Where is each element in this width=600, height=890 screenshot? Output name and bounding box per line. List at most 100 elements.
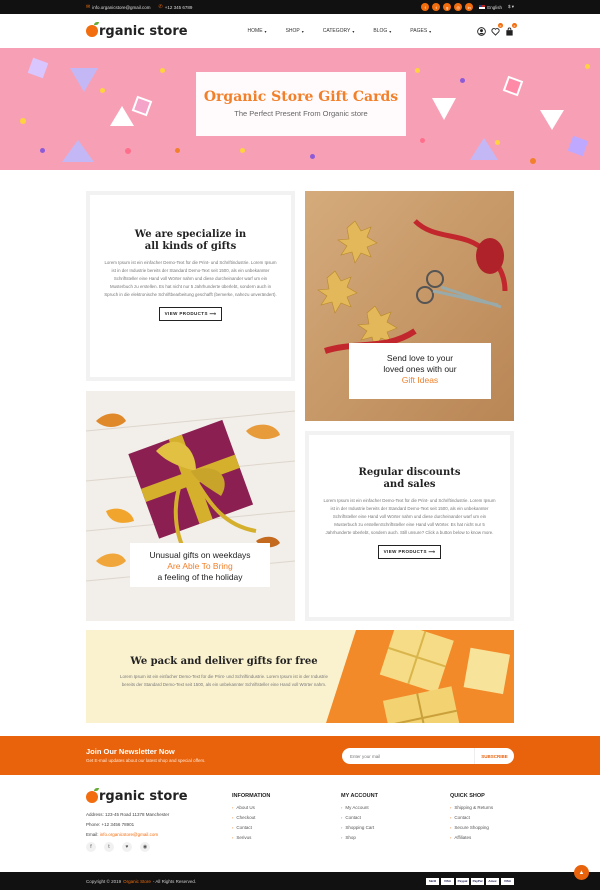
- arrow-right-icon: ⟶: [209, 311, 217, 316]
- us-flag-icon: [479, 5, 486, 9]
- deliver-text: We pack and deliver gifts for free Lorem…: [114, 656, 334, 689]
- chevron-down-icon: ▾: [389, 28, 392, 34]
- chevron-right-icon: ›: [450, 825, 452, 830]
- user-icon[interactable]: [476, 26, 486, 36]
- gift-box-decoration: [567, 135, 589, 157]
- footer-link[interactable]: › Checkout: [232, 815, 270, 820]
- cart-count-badge: 0: [512, 23, 517, 28]
- gift-box-decoration: [502, 75, 524, 97]
- visa-icon: VISA: [441, 877, 454, 885]
- footer-link[interactable]: › About Us: [232, 805, 270, 810]
- discounts-body: Lorem Ipsum ist ein einfacher Demo-Text …: [323, 498, 496, 535]
- footer-col-my-account: MY ACCOUNT › My Account › Contact › Shoppin…: [341, 793, 378, 840]
- footer-link[interactable]: › Contact: [341, 815, 378, 820]
- nav-category[interactable]: CATEGORY ▾: [323, 28, 355, 34]
- back-to-top-button[interactable]: ▲: [574, 865, 589, 880]
- twitter-bird-icon[interactable]: ♥: [122, 842, 132, 852]
- nav-home[interactable]: HOME ▾: [248, 28, 267, 34]
- subscribe-button[interactable]: SUBSCRIBE: [474, 748, 514, 764]
- paper-triangle-decoration: [70, 68, 98, 92]
- chevron-right-icon: ›: [232, 835, 234, 840]
- paypal-icon: PayPal: [471, 877, 484, 885]
- footer-link[interactable]: › Secure Shopping: [450, 825, 493, 830]
- newsletter-email-input[interactable]: Enter your mail: [342, 748, 474, 764]
- chevron-right-icon: ›: [450, 805, 452, 810]
- currency-selector[interactable]: $ ▾: [508, 4, 514, 10]
- newsletter-title: Join Our Newsletter Now: [86, 747, 175, 756]
- cart-icon[interactable]: 0: [504, 23, 517, 36]
- mail-icon: ✉: [86, 4, 91, 10]
- language-selector[interactable]: English: [479, 5, 502, 10]
- paper-triangle-decoration: [432, 98, 456, 120]
- copyright-bar: Copyright © 2019 Organic Store - All Rig…: [0, 872, 600, 890]
- footer-link[interactable]: › Contact: [450, 815, 493, 820]
- footer-link[interactable]: › Shipping & Returns: [450, 805, 493, 810]
- hero-banner: Organic Store Gift Cards The Perfect Pre…: [0, 48, 600, 170]
- nav-blog[interactable]: BLOG ▾: [373, 28, 391, 34]
- nav-shop[interactable]: SHOP ▾: [286, 28, 304, 34]
- nav-pages[interactable]: PAGES ▾: [410, 28, 431, 34]
- orange-logo-icon: [86, 787, 99, 803]
- hero-subtitle: The Perfect Present From Organic store: [234, 109, 368, 118]
- twitter-icon[interactable]: t: [432, 3, 441, 11]
- gift-ideas-photo: Send love to your loved ones with our Gi…: [305, 191, 514, 421]
- footer-link[interactable]: › Contact: [232, 825, 270, 830]
- footer-link[interactable]: › Shopping Cart: [341, 825, 378, 830]
- gift-ideas-caption: Send love to your loved ones with our Gi…: [349, 343, 491, 399]
- linkedin-icon[interactable]: in: [465, 3, 474, 11]
- gift-box-decoration: [27, 57, 49, 79]
- skrill-icon: Skrill: [426, 877, 439, 885]
- footer-link[interactable]: › Serivus: [232, 835, 270, 840]
- view-products-button[interactable]: VIEW PRODUCTS ⟶: [377, 545, 442, 559]
- chevron-right-icon: ›: [341, 835, 343, 840]
- facebook-icon[interactable]: f: [86, 842, 96, 852]
- chevron-right-icon: ›: [232, 815, 234, 820]
- view-products-button[interactable]: VIEW PRODUCTS ⟶: [158, 307, 223, 321]
- chevron-right-icon: ›: [341, 825, 343, 830]
- chevron-down-icon: ▾: [264, 28, 267, 34]
- footer-link[interactable]: › My Account: [341, 805, 378, 810]
- hero-title: Organic Store Gift Cards: [203, 89, 399, 105]
- specialize-body: Lorem Ipsum ist ein einfacher Demo-Text …: [104, 260, 277, 297]
- discounts-title: Regular discounts and sales: [358, 467, 461, 490]
- header: rganic store HOME ▾ SHOP ▾ CATEGORY ▾ BLOG ▾…: [0, 14, 600, 48]
- chevron-right-icon: ›: [232, 825, 234, 830]
- top-bar: ✉ info.organicstore@gmail.com ✆ +12 345 67…: [0, 0, 600, 14]
- deliver-title: We pack and deliver gifts for free: [130, 656, 318, 667]
- instagram-icon[interactable]: ◎: [454, 3, 463, 11]
- footer-logo[interactable]: rganic store: [86, 787, 188, 804]
- arrow-up-icon: ▲: [578, 869, 585, 876]
- main-nav: HOME ▾ SHOP ▾ CATEGORY ▾ BLOG ▾ PAGES ▾: [248, 28, 451, 34]
- topbar-phone: ✆ +12 345 6789: [158, 4, 193, 10]
- footer-address: Address: 123-45 Road 11378 Manchester: [86, 812, 170, 817]
- footer-link[interactable]: › Affiliates: [450, 835, 493, 840]
- footer-contact: rganic store Address: 123-45 Road 11378 …: [86, 787, 188, 852]
- twitter-icon[interactable]: t: [104, 842, 114, 852]
- deliver-banner: We pack and deliver gifts for free Lorem…: [86, 630, 514, 723]
- arrow-right-icon: ⟶: [428, 549, 436, 554]
- wishlist-icon[interactable]: 0: [490, 23, 503, 36]
- amex-icon: Amex: [486, 877, 499, 885]
- hero-card: Organic Store Gift Cards The Perfect Pre…: [196, 72, 406, 136]
- logo[interactable]: rganic store: [86, 22, 188, 39]
- discounts-card: Regular discounts and sales Lorem Ipsum i…: [305, 431, 514, 621]
- topbar-email[interactable]: ✉ info.organicstore@gmail.com: [86, 4, 151, 10]
- orange-logo-icon: [86, 22, 99, 37]
- paper-triangle-decoration: [540, 110, 564, 130]
- gift-box-decoration: [131, 95, 153, 117]
- chevron-right-icon: ›: [341, 805, 343, 810]
- google-plus-icon[interactable]: g: [443, 3, 452, 11]
- specialize-title: We are specialize in all kinds of gifts: [134, 229, 247, 252]
- chevron-right-icon: ›: [450, 815, 452, 820]
- footer-link[interactable]: › Shop: [341, 835, 378, 840]
- footer-col-information: INFORMATION › About Us › Checkout › Contact…: [232, 793, 271, 840]
- facebook-icon[interactable]: f: [421, 3, 430, 11]
- footer-col-quick-shop: QUICK SHOP › Shipping & Returns › Contact …: [450, 793, 494, 840]
- dribbble-icon[interactable]: ◉: [140, 842, 150, 852]
- paper-triangle-decoration: [62, 140, 94, 162]
- unusual-gifts-caption: Unusual gifts on weekdays Are Able To Br…: [130, 543, 270, 587]
- newsletter-subtitle: Get E-mail updates about our latest shop…: [86, 758, 206, 763]
- visa-icon: VISA: [501, 877, 514, 885]
- chevron-down-icon: ▾: [301, 28, 304, 34]
- payment-methods: Skrill VISA Paypal PayPal Amex VISA: [424, 877, 514, 885]
